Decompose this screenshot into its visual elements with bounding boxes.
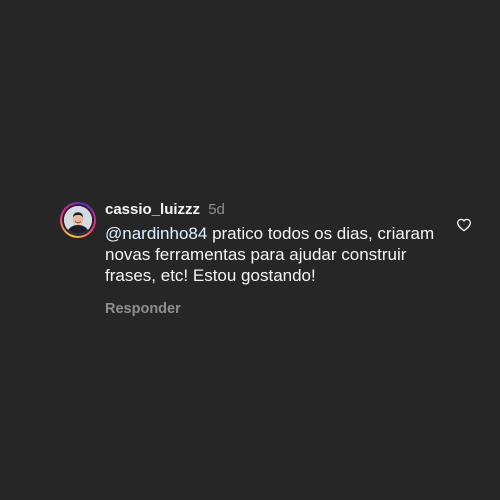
comment-header: cassio_luizzz 5d [105, 200, 435, 220]
avatar[interactable] [64, 206, 92, 234]
comment-text: @nardinho84 pratico todos os dias, criar… [105, 223, 435, 286]
avatar-photo-icon [64, 206, 92, 234]
comment-body: cassio_luizzz 5d @nardinho84 pratico tod… [105, 200, 435, 318]
comment-username[interactable]: cassio_luizzz [105, 201, 200, 218]
avatar-story-ring[interactable] [60, 202, 96, 238]
heart-outline-icon[interactable] [456, 217, 472, 233]
reply-button[interactable]: Responder [105, 300, 181, 318]
comment-mention[interactable]: @nardinho84 [105, 224, 207, 243]
comment-timestamp: 5d [208, 201, 225, 218]
avatar-ring-gap [62, 204, 94, 236]
comment-screen: cassio_luizzz 5d @nardinho84 pratico tod… [0, 0, 500, 500]
